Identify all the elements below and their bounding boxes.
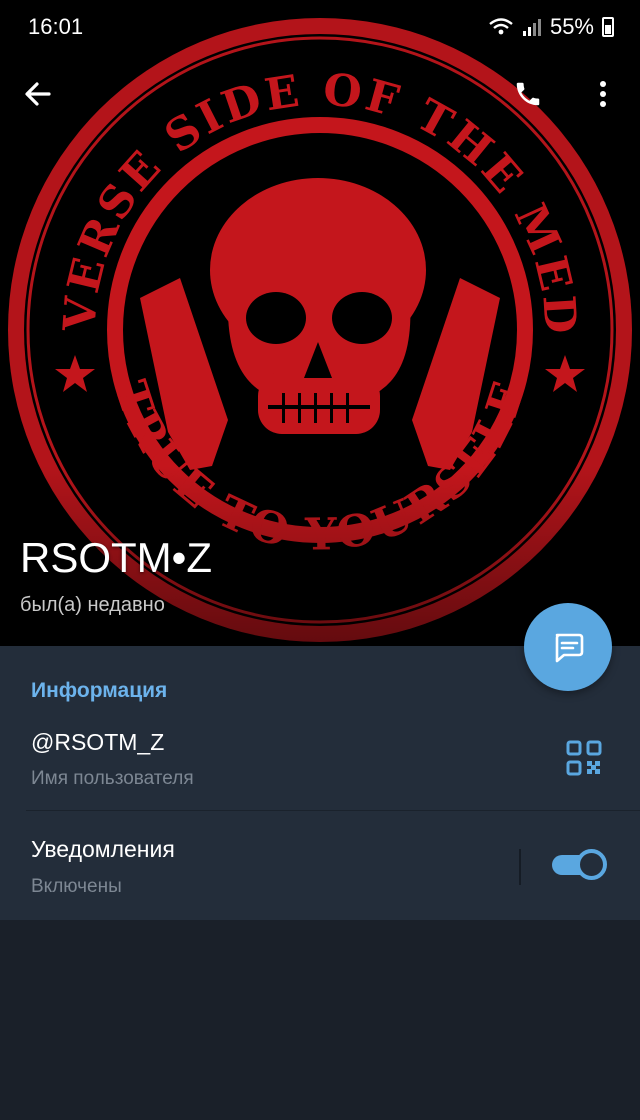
top-bar (0, 64, 640, 124)
message-icon (555, 633, 584, 663)
username-value: @RSOTM_Z (31, 729, 165, 755)
notifications-toggle[interactable] (552, 848, 608, 882)
battery-percent: 55% (549, 14, 594, 39)
more-vert-icon (600, 81, 606, 107)
notifications-state: Включены (31, 876, 122, 897)
arrow-left-icon (25, 82, 51, 106)
info-section-title: Информация (31, 679, 168, 702)
back-button[interactable] (10, 66, 66, 122)
toggle-knob (576, 849, 607, 880)
qr-code-icon[interactable] (566, 740, 602, 776)
wifi-icon (489, 18, 513, 35)
phone-icon (516, 82, 540, 106)
status-bar: 16:01 55% (0, 0, 640, 54)
profile-last-seen: был(а) недавно (20, 594, 165, 616)
notifications-row[interactable]: Уведомления Включены (0, 811, 640, 920)
send-message-button[interactable] (524, 603, 612, 691)
status-time: 16:01 (28, 14, 84, 39)
toggle-separator (519, 849, 521, 885)
call-button[interactable] (500, 66, 556, 122)
battery-icon (602, 17, 614, 37)
username-row[interactable]: @RSOTM_Z Имя пользователя (0, 716, 640, 810)
profile-name: RSOTM•Z (20, 534, 213, 581)
signal-icon (522, 19, 541, 36)
username-label: Имя пользователя (31, 768, 194, 789)
status-icons: 55% (488, 14, 614, 40)
more-button[interactable] (575, 66, 631, 122)
info-section: Информация @RSOTM_Z Имя пользователя Уве… (0, 646, 640, 920)
notifications-title: Уведомления (31, 836, 175, 862)
